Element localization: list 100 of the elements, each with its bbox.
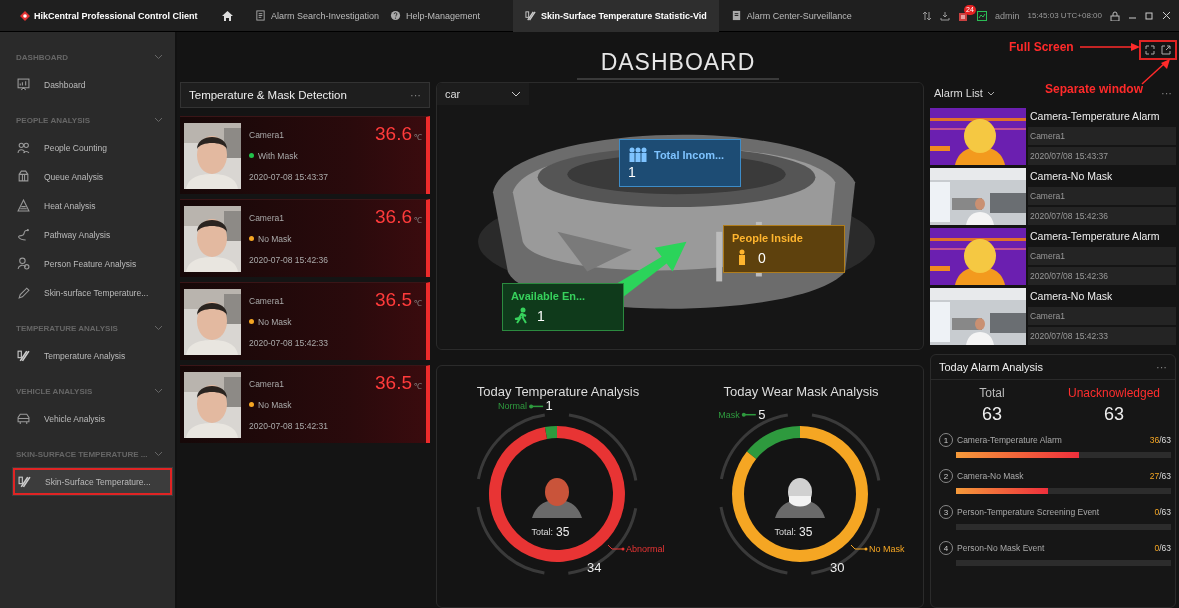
leader-line bbox=[741, 412, 757, 417]
series-label: Normal bbox=[498, 401, 528, 412]
tab[interactable]: Help-Management bbox=[378, 0, 513, 32]
sidebar-item[interactable]: Queue Analysis bbox=[0, 162, 173, 191]
sidebar-item[interactable]: People Counting bbox=[0, 133, 173, 162]
chevron-icon[interactable] bbox=[154, 451, 163, 457]
camera-name: Camera1 bbox=[1028, 307, 1176, 325]
sidebar-item[interactable]: Pathway Analysis bbox=[0, 220, 173, 249]
sidebar-item[interactable]: Person Feature Analysis bbox=[0, 249, 173, 278]
camera-name: Camera1 bbox=[249, 129, 285, 140]
data-label: 5 bbox=[758, 406, 766, 422]
tab[interactable]: Skin-Surface Temperature Statistic-Vid bbox=[513, 0, 719, 32]
temperature-value: 36.6 bbox=[375, 206, 412, 228]
total-value: 35 bbox=[556, 524, 570, 539]
external-window-icon[interactable] bbox=[1161, 45, 1171, 55]
camera-name: Camera1 bbox=[249, 212, 285, 223]
chart-title: Today Temperature Analysis bbox=[476, 383, 640, 399]
timestamp: 2020-07-08 15:42:36 bbox=[249, 254, 329, 265]
heat-icon bbox=[17, 199, 30, 212]
counter-title: People Inside bbox=[732, 232, 803, 244]
timestamp: 2020-07-08 15:43:37 bbox=[249, 171, 329, 182]
alarm-total: /63 bbox=[1159, 435, 1171, 445]
logo-icon bbox=[20, 10, 30, 21]
sort-icon[interactable] bbox=[922, 10, 932, 21]
tab[interactable]: Alarm Center-Surveillance bbox=[718, 0, 854, 32]
total-label: Total: bbox=[531, 526, 553, 537]
more-menu[interactable]: ··· bbox=[1156, 361, 1167, 373]
tab[interactable]: Alarm Search-Investigation bbox=[243, 0, 378, 32]
alarm-type: Person-No Mask Event bbox=[957, 543, 1046, 553]
camera-name: Camera1 bbox=[1028, 187, 1176, 205]
alarm-total: /63 bbox=[1159, 507, 1171, 517]
user-menu[interactable]: admin bbox=[995, 10, 1020, 21]
data-label: 1 bbox=[545, 398, 553, 414]
sidebar-item[interactable]: Skin-surface Temperature... bbox=[0, 278, 173, 307]
document-icon bbox=[255, 10, 266, 21]
total-count: 63 bbox=[982, 404, 1002, 425]
car-icon bbox=[17, 412, 30, 425]
chevron-icon[interactable] bbox=[154, 325, 163, 331]
home-icon[interactable] bbox=[222, 10, 233, 21]
maximize-icon[interactable] bbox=[1145, 10, 1154, 21]
counter-value: 0 bbox=[758, 249, 766, 266]
chevron-icon[interactable] bbox=[154, 117, 163, 123]
dashboard-title: DASHBOARD bbox=[576, 49, 780, 80]
timestamp: 2020/07/08 15:42:33 bbox=[1028, 327, 1176, 345]
alarm-list-dropdown[interactable]: Alarm List bbox=[934, 87, 995, 99]
chevron-icon[interactable] bbox=[154, 54, 163, 60]
sidebar-item[interactable]: Skin-Surface Temperature... bbox=[12, 467, 173, 496]
alarm-total: /63 bbox=[1159, 471, 1171, 481]
mask-status: With Mask bbox=[258, 150, 298, 161]
sidebar-item[interactable]: Dashboard bbox=[0, 70, 173, 99]
counter-title: Available En... bbox=[511, 290, 586, 302]
chevron-icon[interactable] bbox=[154, 388, 163, 394]
leader-line bbox=[529, 404, 544, 409]
camera-dropdown[interactable]: car bbox=[437, 83, 529, 105]
head-drawing bbox=[775, 477, 825, 518]
chevron-icon bbox=[986, 90, 995, 96]
alarm-total: /63 bbox=[1159, 543, 1171, 553]
alarm-type: Camera-No Mask bbox=[957, 471, 1025, 481]
annotation-arrow bbox=[1141, 58, 1171, 86]
chevron-icon bbox=[511, 91, 521, 97]
queue-icon bbox=[17, 170, 30, 183]
sidebar-item[interactable]: Temperature Analysis bbox=[0, 341, 173, 370]
chart-icon[interactable] bbox=[977, 10, 987, 21]
more-menu[interactable]: ··· bbox=[1161, 87, 1172, 99]
pen-icon bbox=[17, 286, 30, 299]
more-menu[interactable]: ··· bbox=[410, 89, 421, 101]
temperature-value: 36.5 bbox=[375, 372, 412, 394]
alarm-count: 27 bbox=[1149, 471, 1160, 481]
close-icon[interactable] bbox=[1162, 10, 1171, 21]
annotation-arrow bbox=[1080, 42, 1140, 52]
leader-line bbox=[850, 544, 868, 551]
total-value: 35 bbox=[799, 524, 813, 539]
unacknowledged-label: Unacknowledged bbox=[1067, 386, 1161, 400]
people-icon bbox=[628, 146, 648, 163]
chart-title: Today Wear Mask Analysis bbox=[723, 383, 879, 399]
data-label: 34 bbox=[587, 559, 602, 575]
mask-status: No Mask bbox=[258, 233, 292, 244]
mask-status: No Mask bbox=[258, 399, 292, 410]
help-icon bbox=[390, 10, 401, 21]
timestamp: 2020/07/08 15:43:37 bbox=[1028, 147, 1176, 165]
temperature-unit: ℃ bbox=[414, 298, 422, 308]
sidebar-item[interactable]: Heat Analysis bbox=[0, 191, 173, 220]
download-icon[interactable] bbox=[940, 10, 950, 21]
alarm-count: 0 bbox=[1154, 507, 1160, 517]
sidebar-item[interactable]: Vehicle Analysis bbox=[0, 404, 173, 433]
fullscreen-icon[interactable] bbox=[1145, 45, 1155, 55]
lock-icon[interactable] bbox=[1110, 10, 1120, 21]
head-drawing bbox=[532, 477, 582, 518]
panel-title: Today Alarm Analysis bbox=[939, 361, 1043, 373]
alarm-title: Camera-Temperature Alarm bbox=[1029, 229, 1161, 244]
alarm-count: 0 bbox=[1154, 543, 1160, 553]
temperature-value: 36.5 bbox=[375, 289, 412, 311]
temperature-unit: ℃ bbox=[414, 132, 422, 142]
camera-name: Camera1 bbox=[1028, 247, 1176, 265]
path-icon bbox=[17, 228, 30, 241]
unacknowledged-count: 63 bbox=[1104, 404, 1124, 425]
monitor-icon bbox=[17, 78, 30, 91]
series-label: Abnormal bbox=[626, 543, 665, 554]
data-label: 30 bbox=[830, 559, 845, 575]
mask-status: No Mask bbox=[258, 316, 292, 327]
